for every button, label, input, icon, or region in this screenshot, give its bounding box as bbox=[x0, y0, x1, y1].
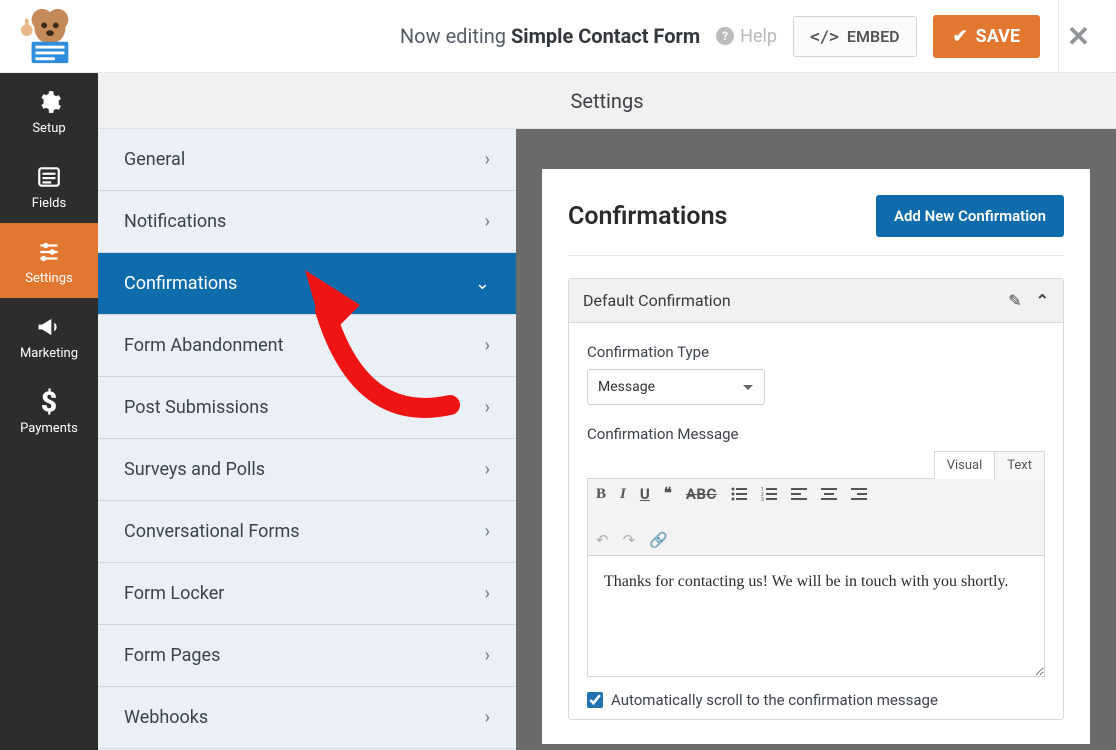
redo-icon[interactable]: ↷ bbox=[623, 531, 636, 549]
align-right-icon[interactable] bbox=[851, 487, 867, 501]
row-label: Conversational Forms bbox=[124, 521, 300, 542]
settings-row-confirmations[interactable]: Confirmations ⌄ bbox=[98, 253, 516, 315]
embed-button[interactable]: </> EMBED bbox=[793, 16, 917, 57]
panel-title: Confirmations bbox=[568, 202, 727, 231]
confirmation-type-select[interactable]: Message bbox=[587, 369, 765, 405]
row-label: Form Locker bbox=[124, 583, 224, 604]
settings-header: Settings bbox=[98, 73, 1116, 129]
settings-row-form-pages[interactable]: Form Pages › bbox=[98, 625, 516, 687]
settings-row-webhooks[interactable]: Webhooks › bbox=[98, 687, 516, 749]
row-label: Webhooks bbox=[124, 707, 208, 728]
accordion-title: Default Confirmation bbox=[583, 291, 731, 310]
chevron-right-icon: › bbox=[485, 707, 490, 728]
numbered-list-icon[interactable]: 123 bbox=[761, 487, 777, 501]
row-label: Notifications bbox=[124, 211, 226, 232]
settings-row-form-abandonment[interactable]: Form Abandonment › bbox=[98, 315, 516, 377]
bullhorn-icon bbox=[0, 312, 98, 342]
settings-row-conversational-forms[interactable]: Conversational Forms › bbox=[98, 501, 516, 563]
row-label: Surveys and Polls bbox=[124, 459, 265, 480]
chevron-up-icon[interactable]: ⌃ bbox=[1036, 291, 1049, 310]
editor-tab-text[interactable]: Text bbox=[994, 451, 1045, 479]
italic-icon[interactable]: I bbox=[620, 486, 626, 503]
chevron-right-icon: › bbox=[485, 583, 490, 604]
nav-item-fields[interactable]: Fields bbox=[0, 148, 98, 223]
chevron-right-icon: › bbox=[485, 459, 490, 480]
topbar: Now editing Simple Contact Form ? Help <… bbox=[0, 0, 1116, 73]
confirmation-panel: Confirmations Add New Confirmation Defau… bbox=[516, 129, 1116, 750]
row-label: Form Pages bbox=[124, 645, 220, 666]
nav-label: Fields bbox=[0, 196, 98, 211]
nav-label: Setup bbox=[0, 121, 98, 136]
underline-icon[interactable]: U bbox=[640, 485, 650, 503]
help-label: Help bbox=[740, 26, 777, 47]
embed-label: EMBED bbox=[847, 27, 900, 46]
editor-tab-visual[interactable]: Visual bbox=[934, 451, 996, 479]
close-column: ✕ bbox=[1058, 0, 1098, 73]
row-label: Post Submissions bbox=[124, 397, 268, 418]
nav-item-setup[interactable]: Setup bbox=[0, 73, 98, 148]
link-icon[interactable]: 🔗 bbox=[649, 531, 668, 549]
autoscroll-label: Automatically scroll to the confirmation… bbox=[611, 691, 938, 709]
help-icon: ? bbox=[716, 27, 734, 45]
row-label: Confirmations bbox=[124, 273, 237, 294]
help-link[interactable]: ? Help bbox=[716, 26, 777, 47]
chevron-right-icon: › bbox=[485, 149, 490, 170]
settings-list: General › Notifications › Confirmations ⌄ F… bbox=[98, 129, 516, 750]
pencil-icon[interactable]: ✎ bbox=[1008, 291, 1021, 310]
align-center-icon[interactable] bbox=[821, 487, 837, 501]
undo-icon[interactable]: ↶ bbox=[596, 531, 609, 549]
settings-row-general[interactable]: General › bbox=[98, 129, 516, 191]
check-icon: ✔ bbox=[953, 26, 968, 47]
nav-item-payments[interactable]: $ Payments bbox=[0, 373, 98, 448]
chevron-right-icon: › bbox=[485, 645, 490, 666]
chevron-right-icon: › bbox=[485, 521, 490, 542]
blockquote-icon[interactable]: ❝ bbox=[664, 490, 672, 498]
type-label: Confirmation Type bbox=[587, 343, 1045, 361]
dollar-icon: $ bbox=[0, 387, 98, 417]
editor-toolbar: B I U ❝ ABC 123 bbox=[588, 479, 1044, 556]
row-label: General bbox=[124, 149, 185, 170]
nav-item-settings[interactable]: Settings bbox=[0, 223, 98, 298]
strikethrough-icon[interactable]: ABC bbox=[686, 485, 717, 503]
nav-label: Marketing bbox=[0, 346, 98, 361]
chevron-down-icon: ⌄ bbox=[475, 273, 490, 294]
add-confirmation-button[interactable]: Add New Confirmation bbox=[876, 195, 1064, 237]
bold-icon[interactable]: B bbox=[596, 486, 606, 503]
editing-label: Now editing Simple Contact Form bbox=[400, 24, 700, 48]
save-button[interactable]: ✔ SAVE bbox=[933, 15, 1040, 58]
form-name: Simple Contact Form bbox=[511, 24, 700, 48]
app-logo bbox=[0, 0, 98, 73]
settings-row-surveys-polls[interactable]: Surveys and Polls › bbox=[98, 439, 516, 501]
message-label: Confirmation Message bbox=[587, 425, 1045, 443]
chevron-right-icon: › bbox=[485, 335, 490, 356]
autoscroll-row[interactable]: Automatically scroll to the confirmation… bbox=[587, 691, 1045, 709]
nav-label: Settings bbox=[0, 271, 98, 286]
editing-prefix: Now editing bbox=[400, 24, 511, 48]
row-label: Form Abandonment bbox=[124, 335, 283, 356]
align-left-icon[interactable] bbox=[791, 487, 807, 501]
settings-row-form-locker[interactable]: Form Locker › bbox=[98, 563, 516, 625]
bullet-list-icon[interactable] bbox=[731, 487, 747, 501]
list-icon bbox=[0, 162, 98, 192]
close-icon[interactable]: ✕ bbox=[1067, 20, 1090, 53]
gear-icon bbox=[0, 87, 98, 117]
nav-label: Payments bbox=[0, 421, 98, 436]
svg-text:$: $ bbox=[41, 388, 57, 416]
message-editor[interactable]: Thanks for contacting us! We will be in … bbox=[588, 556, 1044, 676]
confirmation-accordion: Default Confirmation ✎ ⌃ Confirmation Ty… bbox=[568, 278, 1064, 720]
autoscroll-checkbox[interactable] bbox=[587, 692, 603, 708]
nav-item-marketing[interactable]: Marketing bbox=[0, 298, 98, 373]
rich-text-editor: B I U ❝ ABC 123 bbox=[587, 478, 1045, 677]
save-label: SAVE bbox=[976, 26, 1020, 47]
accordion-header[interactable]: Default Confirmation ✎ ⌃ bbox=[569, 279, 1063, 323]
svg-text:3: 3 bbox=[761, 497, 764, 501]
left-nav: Setup Fields Settings Marketing $ Paymen… bbox=[0, 73, 98, 750]
chevron-right-icon: › bbox=[485, 211, 490, 232]
settings-row-notifications[interactable]: Notifications › bbox=[98, 191, 516, 253]
settings-row-post-submissions[interactable]: Post Submissions › bbox=[98, 377, 516, 439]
chevron-right-icon: › bbox=[485, 397, 490, 418]
sliders-icon bbox=[0, 237, 98, 267]
code-icon: </> bbox=[810, 27, 839, 46]
